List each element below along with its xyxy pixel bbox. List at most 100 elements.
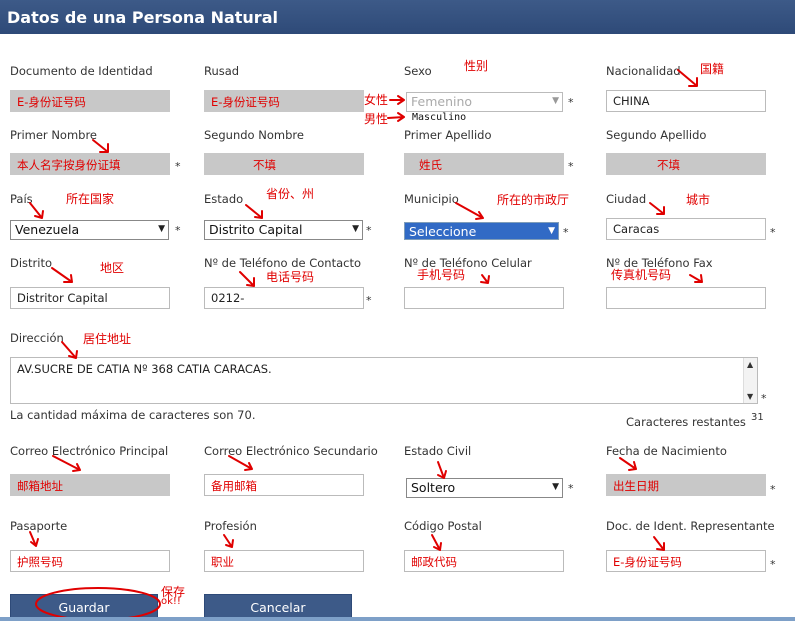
segundo-apellido-field[interactable]: 不填 [606,153,766,175]
scroll-up-icon[interactable]: ▲ [747,360,753,369]
annotation-sexo: 性别 [464,59,489,73]
required-mark: * [175,160,181,173]
guardar-button[interactable]: Guardar [10,594,158,619]
cancelar-button[interactable]: Cancelar [204,594,352,619]
sexo-dropdown-option[interactable]: Masculino [412,112,466,123]
pais-select[interactable]: Venezuela ▼ [10,220,169,240]
direccion-textarea[interactable]: AV.SUCRE DE CATIA Nº 368 CATIA CARACAS. … [10,357,758,404]
annotation-female: 女性 [364,93,389,107]
required-mark: * [761,392,767,405]
sexo-select[interactable]: Femenino ▼ [406,92,563,112]
required-mark: * [175,224,181,237]
remaining-chars-count: 31 [751,412,764,423]
annotation-tel-celular: 手机号码 [417,268,466,282]
documento-field[interactable]: E-身份证号码 [10,90,170,112]
annotation-nacionalidad: 国籍 [700,62,725,76]
annotation-estado: 省份、州 [266,187,315,201]
label-profesion: Profesión [204,519,257,533]
annotation-background [316,291,362,304]
estado-value: Distrito Capital [209,222,303,237]
label-rusad: Rusad [204,64,240,78]
annotation-background [313,269,358,282]
tel-fax-field[interactable] [606,287,766,309]
label-primer-nombre: Primer Nombre [10,128,98,142]
required-mark: * [366,294,372,307]
page-title: Datos de una Persona Natural [7,8,278,27]
sexo-value: Femenino [411,94,473,109]
annotation-background [490,59,565,73]
label-municipio: Municipio [404,192,459,206]
label-documento: Documento de Identidad [10,64,153,78]
annotation-direccion: 居住地址 [83,332,132,346]
annotation-background [725,61,743,75]
required-mark: * [770,558,776,571]
required-mark: * [366,224,372,237]
label-ciudad: Ciudad [606,192,647,206]
required-mark: * [770,226,776,239]
segundo-nombre-field[interactable]: 不填 [204,153,364,175]
scroll-down-icon[interactable]: ▼ [747,392,753,401]
required-mark: * [770,483,776,496]
annotation-pais: 所在国家 [66,192,115,206]
required-mark: * [568,96,574,109]
annotation-ok: ok!! [161,596,181,607]
annotation-distrito: 地区 [100,261,125,275]
label-estado-civil: Estado Civil [404,444,472,458]
chevron-down-icon: ▼ [548,226,555,236]
direccion-value: AV.SUCRE DE CATIA Nº 368 CATIA CARACAS. [17,362,272,376]
label-doc-representante: Doc. de Ident. Representante [606,519,775,533]
primer-nombre-field[interactable]: 本人名字按身份证填 [10,153,170,175]
required-mark: * [563,226,569,239]
annotation-ciudad: 城市 [686,193,711,207]
fecha-nacimiento-field[interactable]: 出生日期 [606,474,766,496]
profesion-field[interactable]: 职业 [204,550,364,572]
bottom-border [0,617,795,621]
estado-select[interactable]: Distrito Capital ▼ [204,220,363,240]
annotation-background [318,187,348,201]
rusad-field[interactable]: E-身份证号码 [204,90,364,112]
annotation-male: 男性 [364,112,389,126]
nacionalidad-field[interactable]: CHINA [606,90,766,112]
annotation-background [465,269,515,282]
estado-civil-select[interactable]: Soltero ▼ [406,478,563,498]
municipio-select[interactable]: Seleccione ▼ [404,222,559,240]
municipio-value: Seleccione [405,223,558,239]
annotation-background [710,193,752,206]
estado-civil-value: Soltero [411,480,456,495]
form-header: Datos de una Persona Natural [0,0,795,34]
correo-principal-field[interactable]: 邮箱地址 [10,474,170,496]
label-correo-principal: Correo Electrónico Principal [10,444,169,458]
annotation-municipio: 所在的市政厅 [497,193,570,207]
primer-apellido-field[interactable]: 姓氏 [404,153,564,175]
label-codigo-postal: Código Postal [404,519,482,533]
annotation-background [131,331,244,344]
doc-representante-field[interactable]: E-身份证号码 [606,550,766,572]
label-segundo-nombre: Segundo Nombre [204,128,304,142]
codigo-postal-field[interactable]: 邮政代码 [404,550,564,572]
correo-secundario-field[interactable]: 备用邮箱 [204,474,364,496]
tel-celular-field[interactable] [404,287,564,309]
annotation-background [128,260,172,276]
distrito-field[interactable]: Distritor Capital [10,287,170,309]
label-pasaporte: Pasaporte [10,519,68,533]
chevron-down-icon: ▼ [552,482,559,492]
label-segundo-apellido: Segundo Apellido [606,128,707,142]
chevron-down-icon: ▼ [352,224,359,234]
annotation-background [290,318,364,332]
chevron-down-icon: ▼ [552,96,559,106]
annotation-tel-fax: 传真机号码 [611,268,672,282]
label-direccion: Dirección [10,331,64,345]
label-sexo: Sexo [404,64,432,78]
chevron-down-icon: ▼ [158,224,165,234]
remaining-chars-label: Caracteres restantes [626,415,746,429]
pais-value: Venezuela [15,222,80,237]
label-primer-apellido: Primer Apellido [404,128,492,142]
label-nacionalidad: Nacionalidad [606,64,681,78]
textarea-scrollbar[interactable]: ▲ ▼ [743,358,757,403]
pasaporte-field[interactable]: 护照号码 [10,550,170,572]
annotation-background [670,269,730,282]
label-distrito: Distrito [10,256,53,270]
ciudad-field[interactable]: Caracas [606,218,766,240]
label-estado: Estado [204,192,244,206]
max-chars-note: La cantidad máxima de caracteres son 70. [10,408,256,422]
